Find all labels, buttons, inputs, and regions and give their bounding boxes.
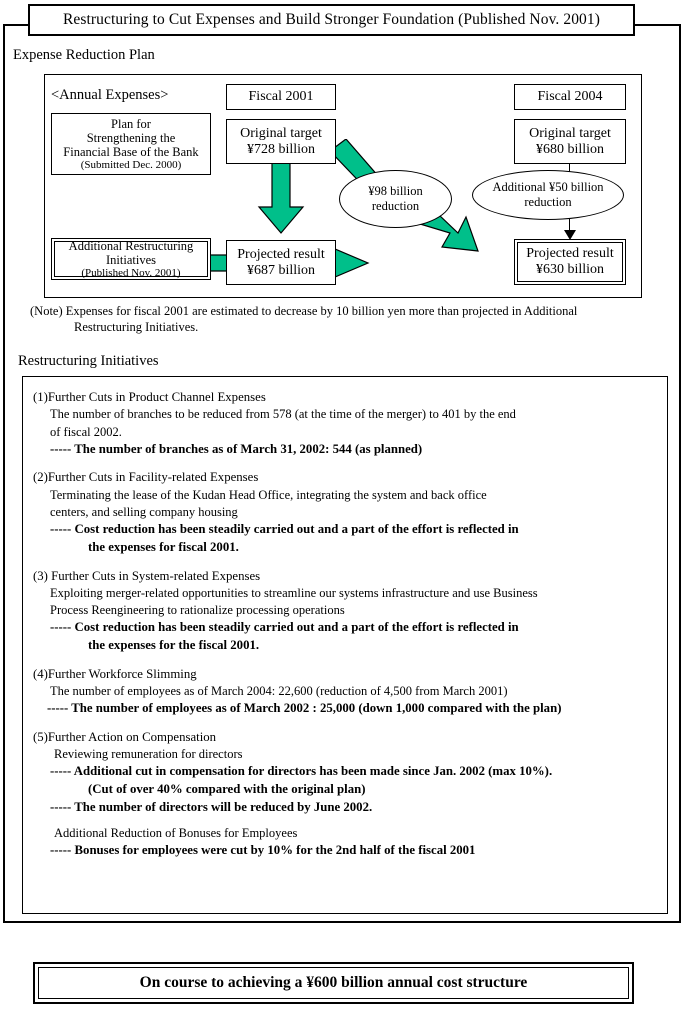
additional-restructuring-initiatives-box: Additional Restructuring Initiatives (Pu… <box>51 238 211 280</box>
plan-for-strengthening-box: Plan for Strengthening the Financial Bas… <box>51 113 211 175</box>
fiscal-2004-header-box: Fiscal 2004 <box>514 84 626 110</box>
initiative-1-body-line2: of fiscal 2002. <box>50 424 122 439</box>
initiative-5-highlight-line1: ----- Additional cut in compensation for… <box>50 764 553 779</box>
initiative-2-body-line1: Terminating the lease of the Kudan Head … <box>50 487 487 502</box>
initiative-3-highlight-line2: the expenses for the fiscal 2001. <box>88 637 260 652</box>
initiative-item-2: (2)Further Cuts in Facility-related Expe… <box>33 469 657 556</box>
conclusion-box: On course to achieving a ¥600 billion an… <box>33 962 634 1004</box>
fiscal-2004-original-target-line2: ¥680 billion <box>535 141 605 157</box>
note-line-2: Restructuring Initiatives. <box>74 319 199 334</box>
fiscal-2004-projected-line1: Projected result <box>526 246 614 262</box>
diagram-note: (Note) Expenses for fiscal 2001 are esti… <box>30 304 670 335</box>
initiative-4-body-line1: The number of employees as of March 2004… <box>50 683 508 698</box>
reduction-50-ellipse: Additional ¥50 billion reduction <box>472 170 624 220</box>
initiative-1-highlight: ----- The number of branches as of March… <box>50 441 423 456</box>
fiscal-2001-original-target-line2: ¥728 billion <box>246 141 316 157</box>
additional-box-line1: Additional Restructuring <box>68 238 194 253</box>
initiative-3-title: (3) Further Cuts in System-related Expen… <box>33 568 261 583</box>
fiscal-2001-projected-line2: ¥687 billion <box>246 262 316 278</box>
plan-box-line4: (Submitted Dec. 2000) <box>80 158 182 171</box>
fiscal-2001-original-target-line1: Original target <box>240 125 322 141</box>
fiscal-2001-projected-line1: Projected result <box>237 246 325 262</box>
fiscal-2001-header-box: Fiscal 2001 <box>226 84 336 110</box>
initiative-1-body-line1: The number of branches to be reduced fro… <box>50 407 516 422</box>
fiscal-2004-projected-inner: Projected result ¥630 billion <box>517 242 623 282</box>
fiscal-2004-projected-line2: ¥630 billion <box>535 262 605 277</box>
note-line-1: (Note) Expenses for fiscal 2001 are esti… <box>30 304 578 318</box>
fiscal-2001-label: Fiscal 2001 <box>248 89 314 105</box>
plan-box-line3: Financial Base of the Bank <box>63 144 199 159</box>
fiscal-2001-original-target-box: Original target ¥728 billion <box>226 119 336 164</box>
page-title: Restructuring to Cut Expenses and Build … <box>62 11 601 28</box>
conclusion-box-inner: On course to achieving a ¥600 billion an… <box>38 967 629 999</box>
initiative-3-body-line2: Process Reengineering to rationalize pro… <box>50 603 345 618</box>
document-page: Restructuring to Cut Expenses and Build … <box>0 0 684 1009</box>
conclusion-text: On course to achieving a ¥600 billion an… <box>139 974 528 991</box>
fiscal-2004-label: Fiscal 2004 <box>537 89 603 105</box>
fiscal-2004-projected-result-box: Projected result ¥630 billion <box>514 239 626 285</box>
fiscal-2004-original-target-line1: Original target <box>529 125 611 141</box>
additional-box-inner: Additional Restructuring Initiatives (Pu… <box>54 238 208 279</box>
initiative-5-body-line1: Reviewing remuneration for directors <box>54 747 243 762</box>
annual-expenses-label: <Annual Expenses> <box>51 87 169 103</box>
initiative-item-3: (3) Further Cuts in System-related Expen… <box>33 568 657 655</box>
initiative-item-4: (4)Further Workforce Slimming The number… <box>33 666 657 718</box>
document-title-box: Restructuring to Cut Expenses and Build … <box>28 4 635 36</box>
initiative-2-title: (2)Further Cuts in Facility-related Expe… <box>33 470 259 485</box>
restructuring-initiatives-panel: (1)Further Cuts in Product Channel Expen… <box>22 376 668 914</box>
initiative-item-5: (5)Further Action on Compensation Review… <box>33 729 657 860</box>
initiative-5-subsection-title: Additional Reduction of Bonuses for Empl… <box>54 826 298 841</box>
reduction-50-line2: reduction <box>524 195 572 209</box>
initiative-5-highlight-line1-cont: (Cut of over 40% compared with the origi… <box>88 781 366 796</box>
reduction-98-ellipse: ¥98 billion reduction <box>339 170 452 228</box>
initiative-4-highlight: ----- The number of employees as of Marc… <box>47 701 562 716</box>
fiscal-2001-projected-result-box: Projected result ¥687 billion <box>226 240 336 285</box>
initiative-3-highlight-line1: ----- Cost reduction has been steadily c… <box>50 620 519 635</box>
additional-box-line3: (Published Nov. 2001) <box>81 266 181 279</box>
initiative-5-spacer <box>33 816 657 825</box>
section-heading-restructuring-initiatives: Restructuring Initiatives <box>18 353 159 369</box>
plan-box-line1: Plan for <box>111 116 151 131</box>
reduction-50-line1: Additional ¥50 billion <box>492 180 604 194</box>
plan-box-line2: Strengthening the <box>86 130 176 145</box>
section-heading-expense-reduction-plan: Expense Reduction Plan <box>13 47 155 63</box>
expense-reduction-diagram: <Annual Expenses> Plan for Strengthening… <box>44 74 642 298</box>
initiative-1-title: (1)Further Cuts in Product Channel Expen… <box>33 390 266 404</box>
initiative-3-body-line1: Exploiting merger-related opportunities … <box>50 585 538 600</box>
reduction-98-line1: ¥98 billion <box>368 184 423 198</box>
initiative-item-1: (1)Further Cuts in Product Channel Expen… <box>33 389 657 458</box>
initiative-5-subsection-highlight: ----- Bonuses for employees were cut by … <box>50 843 476 858</box>
initiative-2-highlight-line1: ----- Cost reduction has been steadily c… <box>50 522 519 537</box>
initiative-5-highlight-line2: ----- The number of directors will be re… <box>50 799 373 814</box>
initiative-2-body-line2: centers, and selling company housing <box>50 504 238 519</box>
initiative-5-title: (5)Further Action on Compensation <box>33 729 217 744</box>
fiscal-2004-original-target-box: Original target ¥680 billion <box>514 119 626 164</box>
green-down-arrow-fiscal-2001 <box>256 162 306 240</box>
initiative-4-title: (4)Further Workforce Slimming <box>33 666 197 681</box>
additional-box-line2: Initiatives <box>106 252 156 267</box>
initiative-2-highlight-line2: the expenses for fiscal 2001. <box>88 539 239 554</box>
reduction-98-line2: reduction <box>371 199 420 213</box>
